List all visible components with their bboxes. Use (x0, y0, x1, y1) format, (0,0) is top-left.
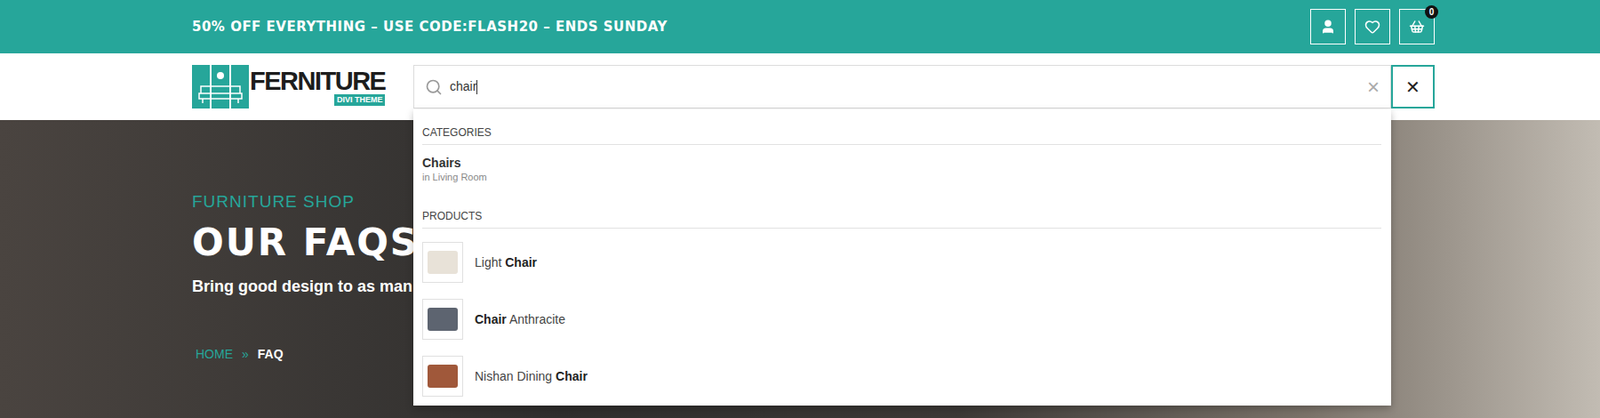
category-result[interactable]: Chairsin Living Room (422, 155, 1382, 184)
product-name: Nishan Dining Chair (474, 368, 588, 384)
promo-text: 50% OFF EVERYTHING – USE CODE:FLASH20 – … (192, 18, 668, 35)
product-thumbnail (422, 355, 464, 397)
search-field[interactable]: chair × (413, 64, 1392, 109)
breadcrumb-item[interactable]: HOME (195, 345, 233, 362)
section-title: PRODUCTS (422, 208, 1382, 229)
page: 50% OFF EVERYTHING – USE CODE:FLASH20 – … (0, 0, 1600, 418)
product-results: Light Chair Chair Anthracite Nishan Dining… (422, 233, 1382, 405)
product-result[interactable]: Nishan Dining Chair (422, 347, 1382, 405)
header-icons: 0 (1310, 8, 1435, 45)
cart-count-badge: 0 (1424, 5, 1439, 19)
promo-bar: 50% OFF EVERYTHING – USE CODE:FLASH20 – … (0, 0, 1600, 54)
close-search-button[interactable]: ✕ (1391, 64, 1435, 109)
logo-words: FERNITUREDIVI THEME (249, 67, 385, 106)
breadcrumb-item: FAQ (257, 345, 284, 362)
logo-mark-icon (192, 64, 249, 109)
product-result[interactable]: Light Chair (422, 233, 1382, 291)
user-icon (1320, 18, 1336, 35)
wishlist-button[interactable] (1354, 8, 1391, 45)
product-name: Chair Anthracite (474, 312, 566, 327)
site-header: FERNITUREDIVI THEMEchair×✕CATEGORIESChai… (0, 53, 1600, 120)
logo[interactable]: FERNITUREDIVI THEME (192, 64, 414, 109)
breadcrumb-separator: » (241, 345, 249, 362)
product-result[interactable]: Chair Anthracite (422, 290, 1382, 348)
product-thumbnail (422, 241, 464, 283)
heart-icon (1364, 18, 1381, 35)
logo-name: FERNITURE (249, 67, 385, 95)
product-thumbnail (422, 298, 464, 340)
logo-tagline: DIVI THEME (334, 94, 386, 106)
section-title: CATEGORIES (422, 125, 1382, 145)
search-icon (424, 78, 443, 96)
search-results: CATEGORIES Chairsin Living Room PRODUCTS Li… (413, 109, 1392, 406)
search: chair×✕CATEGORIESChairsin Living RoomPRO… (413, 64, 1435, 109)
cart-button[interactable]: 0 (1399, 8, 1435, 45)
category-name: Chairs (422, 155, 1382, 171)
basket-icon (1408, 18, 1425, 35)
clear-button[interactable]: × (1367, 76, 1380, 98)
category-parent: in Living Room (422, 170, 1382, 184)
search-value: chair (449, 79, 1360, 95)
product-name: Light Chair (474, 255, 537, 270)
account-button[interactable] (1310, 8, 1346, 45)
